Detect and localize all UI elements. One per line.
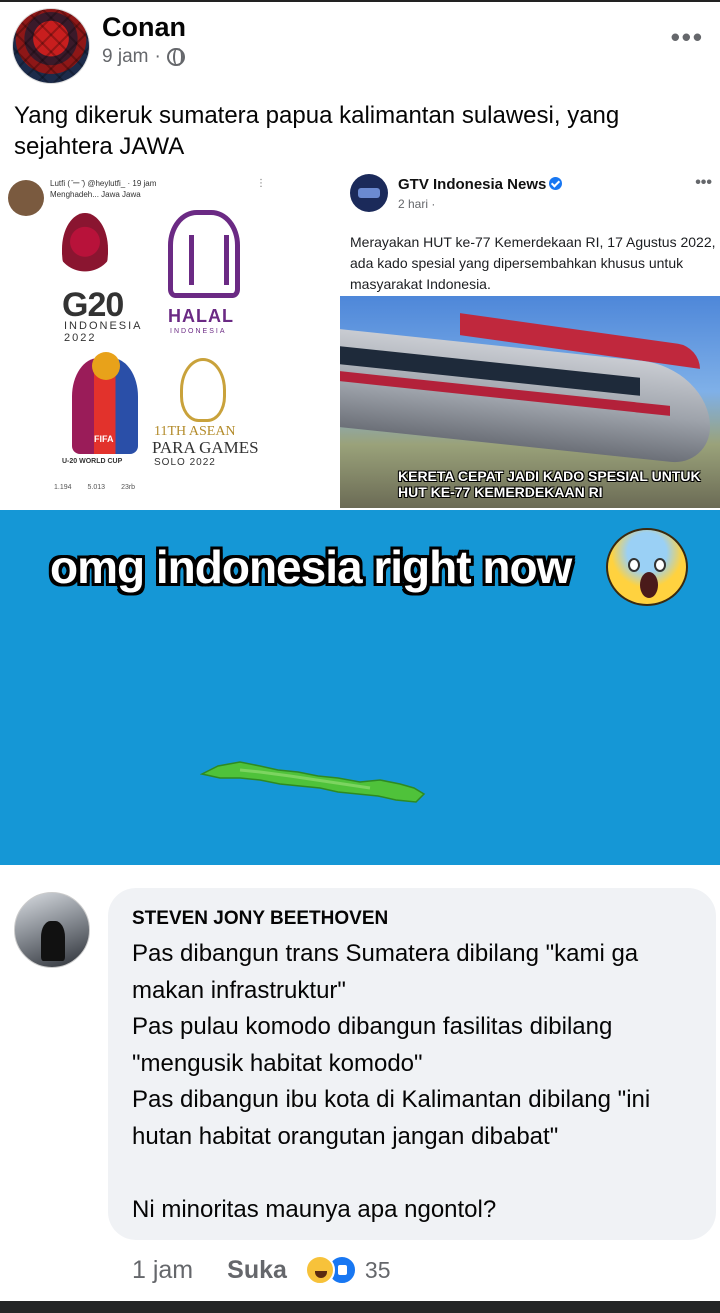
reaction-count[interactable]: 35 — [365, 1257, 391, 1284]
meme-image[interactable]: Lutfi ( ̄ー ̄) @heylutfi_ · 19 jam Mengha… — [0, 168, 720, 865]
meme-title: omg indonesia right now — [50, 541, 572, 593]
tweet-screenshot: Lutfi ( ̄ー ̄) @heylutfi_ · 19 jam Mengha… — [0, 168, 340, 508]
tweet-actions: 1.194 5.013 23rb — [54, 484, 135, 491]
asean-logo-icon — [180, 358, 226, 422]
post-meta: 9 jam · — [102, 46, 185, 68]
post-header: Conan 9 jam · ••• — [0, 0, 720, 92]
like-button[interactable]: Suka — [227, 1256, 287, 1285]
tweet-text: Menghadeh... Jawa Jawa — [50, 190, 141, 199]
scream-emoji-icon — [606, 528, 688, 606]
globe-icon — [166, 48, 185, 66]
fifa-ball-icon — [92, 352, 120, 380]
asean-label-3: SOLO 2022 — [154, 457, 216, 468]
tweet-name: Lutfi ( ̄ー ̄) @heylutfi_ · 19 jam — [50, 179, 157, 188]
author-avatar[interactable] — [12, 8, 90, 84]
comment-time[interactable]: 1 jam — [132, 1256, 193, 1285]
post-text: Yang dikeruk sumatera papua kalimantan s… — [14, 102, 620, 160]
comment-author[interactable]: STEVEN JONY BEETHOVEN — [132, 908, 388, 930]
java-island-icon — [200, 761, 426, 803]
post-time[interactable]: 9 jam — [102, 46, 148, 68]
author-name[interactable]: Conan — [102, 12, 186, 43]
tweet-replies: 1.194 — [54, 484, 72, 491]
halal-label: HALAL — [168, 306, 234, 326]
train-photo-caption: KERETA CEPAT JADI KADO SPESIAL UNTUK HUT… — [398, 468, 701, 500]
gtv-avatar — [350, 174, 388, 212]
comment-bubble: STEVEN JONY BEETHOVEN Pas dibangun trans… — [108, 888, 716, 1240]
tweet-avatar — [8, 180, 44, 216]
meta-separator: · — [154, 46, 161, 67]
halal-sublabel: INDONESIA — [170, 328, 227, 335]
verified-icon — [549, 177, 563, 190]
reactions[interactable] — [304, 1255, 357, 1285]
train-photo: KERETA CEPAT JADI KADO SPESIAL UNTUK HUT… — [340, 296, 720, 508]
haha-icon — [304, 1255, 335, 1285]
g20-sublabel: INDONESIA 2022 — [64, 320, 142, 344]
asean-label-2: PARA GAMES — [152, 438, 259, 457]
gtv-caption: Merayakan HUT ke-77 Kemerdekaan RI, 17 A… — [350, 234, 716, 292]
gtv-meta: 2 hari · — [398, 197, 436, 211]
fifa-label: FIFA — [94, 434, 114, 444]
fifa-sublabel: U-20 WORLD CUP — [62, 458, 123, 465]
tweet-header: Lutfi ( ̄ー ̄) @heylutfi_ · 19 jam Mengha… — [50, 178, 156, 200]
comment-actions: 1 jam Suka 35 — [132, 1250, 391, 1290]
tweet-more-icon: ⋮ — [256, 178, 266, 189]
tweet-likes: 23rb — [121, 484, 136, 491]
g20-logo-icon — [62, 213, 108, 285]
tweet-retweets: 5.013 — [87, 484, 106, 491]
more-options-icon[interactable]: ••• — [671, 22, 704, 53]
commenter-avatar[interactable] — [14, 892, 90, 968]
comment-text: Pas dibangun trans Sumatera dibilang "ka… — [132, 940, 651, 1223]
gtv-name: GTV Indonesia News — [398, 176, 563, 193]
meme-blue-panel: omg indonesia right now — [0, 510, 720, 865]
gtv-post-screenshot: GTV Indonesia News 2 hari · ••• Merayaka… — [340, 168, 720, 508]
halal-logo-icon — [168, 210, 240, 298]
gtv-more-icon: ••• — [695, 174, 712, 191]
bottom-bar — [0, 1301, 720, 1313]
